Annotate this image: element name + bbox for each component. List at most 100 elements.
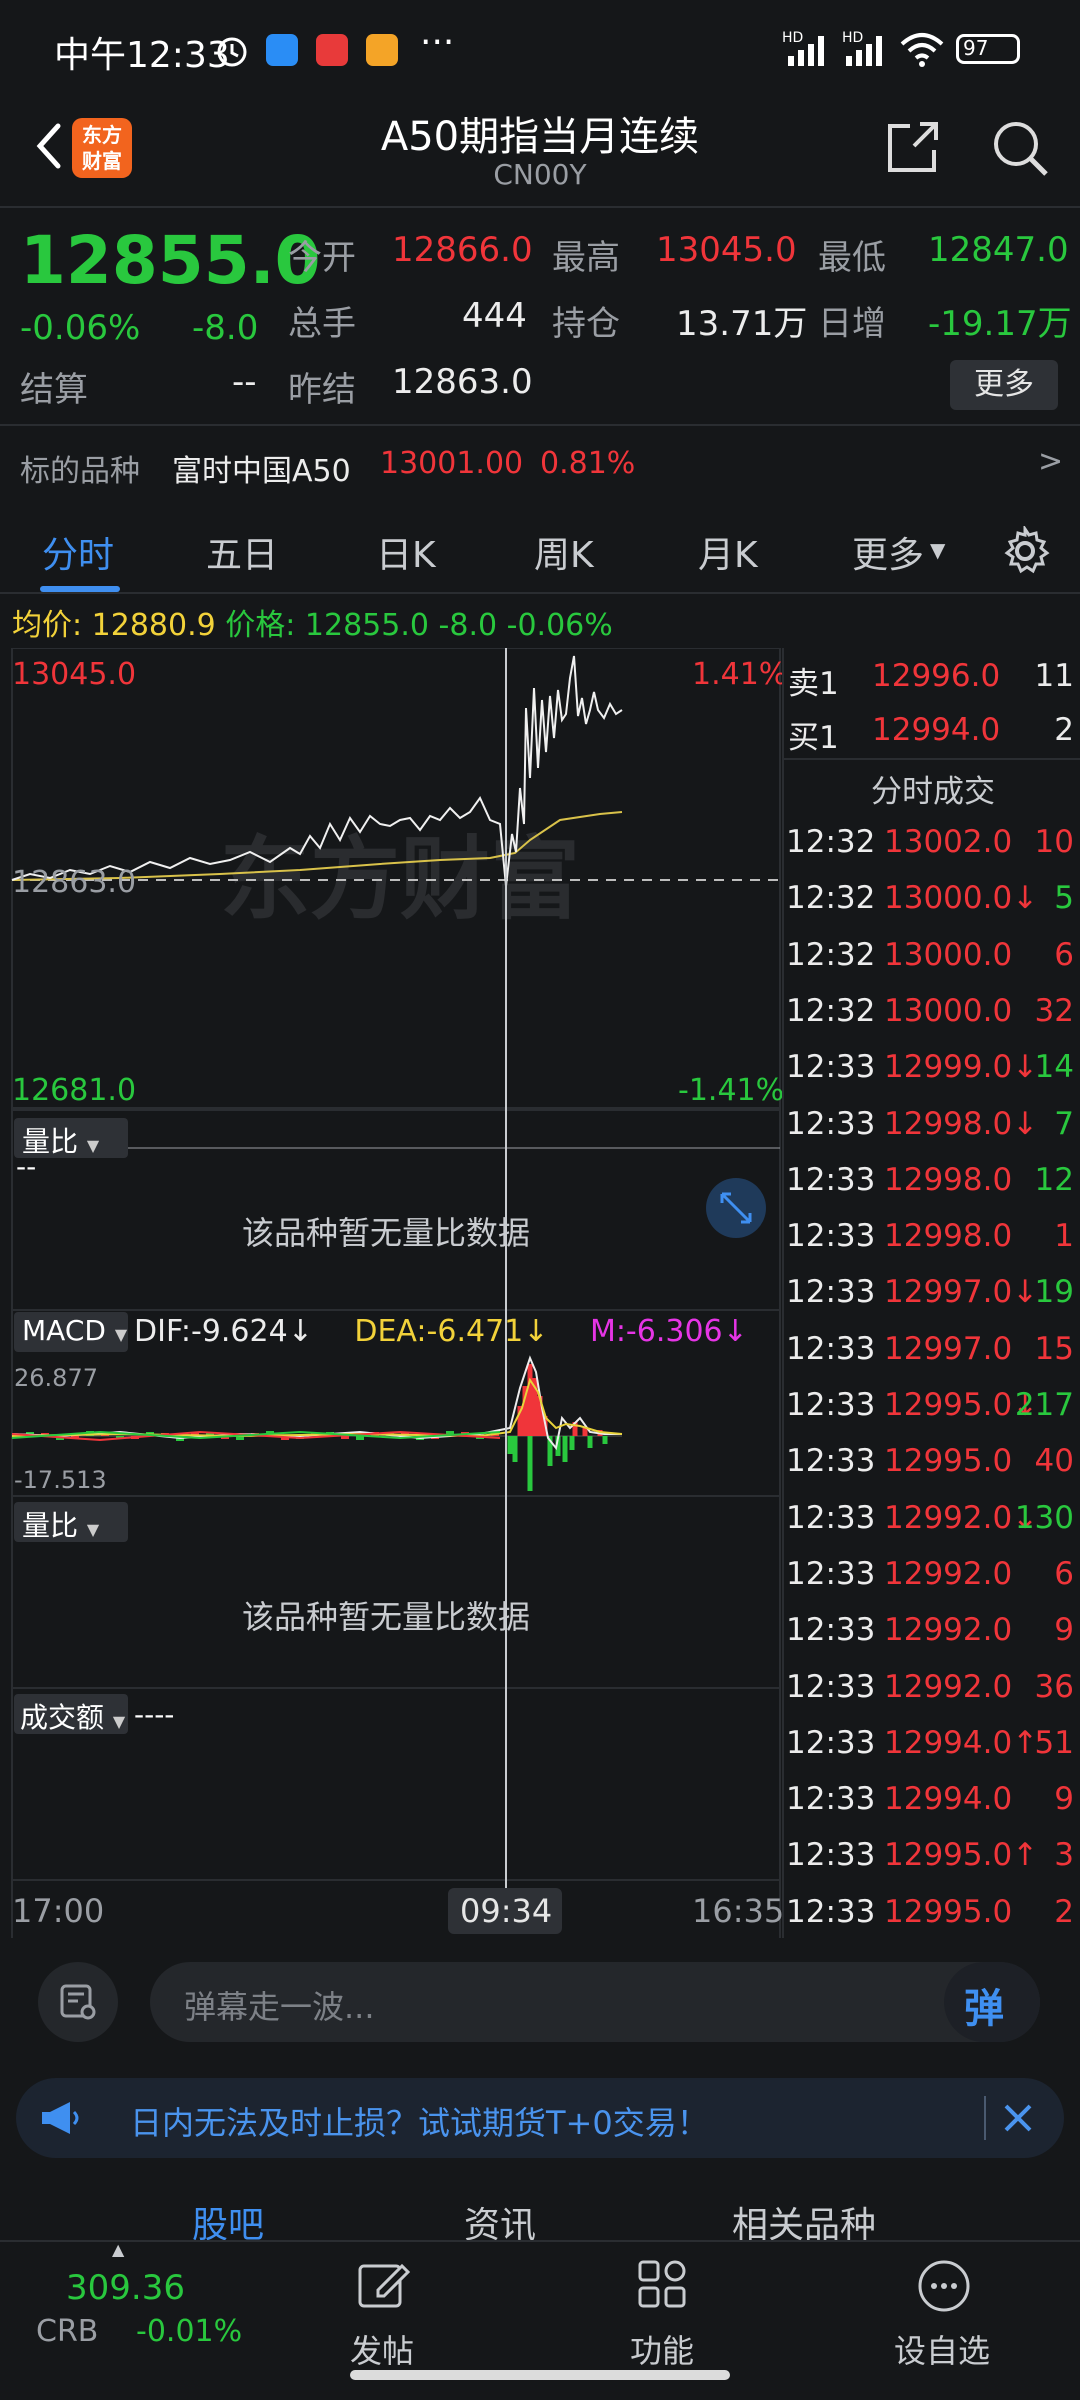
home-indicator[interactable] xyxy=(350,2370,730,2380)
trade-row: 12:33 12992.0 36 xyxy=(784,1669,1080,1725)
price-value: 12855.0 xyxy=(304,608,429,643)
underlying-row[interactable]: 标的品种 富时中国A50 13001.00 0.81% > xyxy=(0,428,1080,498)
top-header: 东方 财富 A50期指当月连续 CN00Y xyxy=(0,96,1080,206)
trade-price: 12994.0 xyxy=(884,1781,1013,1818)
quote-divider xyxy=(0,424,1080,426)
trade-volume: 40 xyxy=(1034,1443,1074,1480)
daily-inc-label: 日增 xyxy=(818,304,886,344)
settle-value: -- xyxy=(232,362,257,402)
ticker-pct: -0.01% xyxy=(136,2314,243,2349)
trade-volume: 9 xyxy=(1054,1612,1074,1649)
tab-weekly-k[interactable]: 周K xyxy=(534,526,594,578)
ticker-name: CRB xyxy=(36,2314,99,2349)
trade-volume: 10 xyxy=(1034,824,1074,860)
add-watchlist-button[interactable]: 设自选 xyxy=(880,2242,1010,2382)
trade-volume: 3 xyxy=(1054,1837,1074,1874)
functions-button[interactable]: 功能 xyxy=(610,2242,710,2382)
position-label: 持仓 xyxy=(552,304,620,344)
trade-price: 12995.0↑ xyxy=(884,1837,1039,1874)
trade-volume: 12 xyxy=(1034,1161,1074,1198)
trade-row: 12:32 13002.0 10 xyxy=(784,824,1080,880)
time-cursor: 09:34 xyxy=(460,1892,552,1930)
trade-ticks-panel[interactable]: 卖1 12996.0 11 买1 12994.0 2 分时成交 12:32 130… xyxy=(782,648,1080,1938)
no-data-label-2: 该品种暂无量比数据 xyxy=(242,1598,530,1636)
trade-time: 12:32 xyxy=(786,992,876,1029)
high-value: 13045.0 xyxy=(656,230,797,270)
price-label: 价格: xyxy=(225,608,296,643)
tab-daily-k[interactable]: 日K xyxy=(376,526,436,578)
promo-banner[interactable]: 日内无法及时止损？试试期货T+0交易！ xyxy=(16,2078,1064,2158)
vol-ratio-value: -- xyxy=(16,1150,37,1183)
macd-bars xyxy=(26,1364,608,1491)
trade-volume: 5 xyxy=(1054,880,1074,917)
price-change: -8.0 xyxy=(438,608,498,643)
danmu-input[interactable]: 弹幕走一波... 弹 xyxy=(150,1962,1040,2042)
price-info-line: 均价: 12880.9 价格: 12855.0 -8.0 -0.06% xyxy=(12,600,613,644)
trade-time: 12:32 xyxy=(786,936,876,973)
tab-five-day[interactable]: 五日 xyxy=(206,526,278,578)
post-button[interactable]: 发帖 xyxy=(330,2242,430,2382)
vol-ratio-dropdown-2[interactable]: 量比 ▼ xyxy=(14,1502,128,1542)
buy1-qty: 2 xyxy=(1054,712,1074,748)
trade-time: 12:33 xyxy=(786,1837,876,1874)
trade-row: 12:32 13000.0 6 xyxy=(784,937,1080,993)
low-value: 12847.0 xyxy=(928,230,1069,270)
caret-down-icon: ▼ xyxy=(86,1136,100,1155)
status-bar: 中午12:33 ··· HD HD 97 xyxy=(0,0,1080,96)
trade-time: 12:33 xyxy=(786,1443,876,1480)
trade-time: 12:33 xyxy=(786,1893,876,1930)
signal-icon-2 xyxy=(846,36,882,66)
trade-volume: 6 xyxy=(1054,1555,1074,1592)
chevron-right-icon: > xyxy=(1038,444,1064,479)
sell1-qty: 11 xyxy=(1034,658,1074,694)
trade-price: 13002.0 xyxy=(884,824,1013,860)
price-max-label: 13045.0 xyxy=(12,657,136,692)
expand-icon[interactable] xyxy=(706,1178,766,1238)
close-icon[interactable] xyxy=(998,2098,1038,2138)
trade-price: 12995.0 xyxy=(884,1893,1013,1930)
tab-intraday[interactable]: 分时 xyxy=(42,526,114,578)
macd-dropdown[interactable]: MACD ▼ xyxy=(14,1312,128,1352)
trade-row: 12:33 12994.0 9 xyxy=(784,1781,1080,1837)
more-button[interactable]: 更多 xyxy=(950,360,1058,410)
trade-price: 12992.0 xyxy=(884,1668,1013,1705)
trade-price: 12995.0 xyxy=(884,1443,1013,1480)
trade-price: 12998.0↓ xyxy=(884,1105,1039,1142)
settle-label: 结算 xyxy=(20,370,88,410)
app-notify-icon-3 xyxy=(366,34,398,66)
tab-more[interactable]: 更多 xyxy=(852,526,924,578)
edit-icon xyxy=(358,2263,410,2308)
danmu-toggle-button[interactable]: 弹 xyxy=(944,1962,1040,2042)
avg-price-label: 均价: xyxy=(12,608,83,643)
trade-volume: 217 xyxy=(1014,1387,1074,1423)
open-value: 12866.0 xyxy=(392,230,533,270)
trade-time: 12:33 xyxy=(786,1668,876,1705)
underlying-pct: 0.81% xyxy=(540,446,636,481)
trade-volume: 6 xyxy=(1054,936,1074,973)
settings-gear-icon[interactable] xyxy=(1000,526,1050,576)
trade-time: 12:32 xyxy=(786,824,876,860)
trade-time: 12:33 xyxy=(786,1105,876,1142)
danmu-list-button[interactable] xyxy=(38,1962,118,2042)
turnover-dropdown[interactable]: 成交额 ▼ xyxy=(14,1694,128,1734)
trade-volume: 19 xyxy=(1034,1274,1074,1311)
ticker-widget[interactable]: ▲ 309.36 CRB -0.01% xyxy=(0,2240,242,2362)
grid-icon xyxy=(638,2260,686,2308)
last-price: 12855.0 xyxy=(20,222,321,299)
low-label: 最低 xyxy=(818,238,886,278)
prev-settle-value: 12863.0 xyxy=(392,362,533,402)
order-book: 卖1 12996.0 11 买1 12994.0 2 xyxy=(784,648,1080,760)
promo-divider xyxy=(984,2096,986,2140)
tab-monthly-k[interactable]: 月K xyxy=(698,526,758,578)
app-notify-icon-1 xyxy=(266,34,298,66)
search-icon[interactable] xyxy=(990,118,1050,178)
trade-row: 12:33 12998.0 1 xyxy=(784,1218,1080,1274)
turnover-label: 成交额 xyxy=(20,1701,105,1734)
share-icon[interactable] xyxy=(884,118,942,176)
volume-value: 444 xyxy=(462,296,527,336)
intraday-chart[interactable]: 东方财富 13045.0 1.41% 12863.0 12681.0 -1.41… xyxy=(0,648,782,1938)
quote-panel: 12855.0 -0.06% -8.0 结算 -- 今开 12866.0 最高 … xyxy=(0,208,1080,420)
open-label: 今开 xyxy=(288,238,356,278)
pct-min-label: -1.41% xyxy=(678,1073,782,1108)
change-value: -8.0 xyxy=(192,308,259,348)
